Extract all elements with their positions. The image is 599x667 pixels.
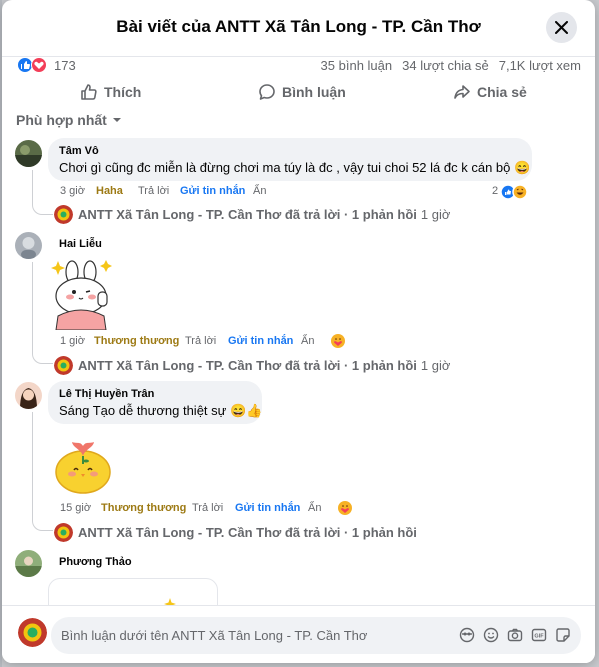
page-reply-link[interactable]: ANTT Xã Tân Long - TP. Cần Thơ đã trả lờ… xyxy=(54,204,450,224)
comment-bubble: Lê Thị Huyền Trân Sáng Tạo dễ thương thi… xyxy=(48,381,262,424)
modal-title: Bài viết của ANTT Xã Tân Long - TP. Cần … xyxy=(116,17,481,36)
send-message-button[interactable]: Gửi tin nhắn xyxy=(235,502,300,514)
sticker-icon[interactable] xyxy=(555,627,571,643)
love-reaction-icon xyxy=(31,57,47,73)
page-reply-link[interactable]: ANTT Xã Tân Long - TP. Cần Thơ đã trả lờ… xyxy=(54,522,417,542)
stats-right: 35 bình luận 34 lượt chia sẻ 7,1K lượt xem xyxy=(311,58,581,73)
page-reply-link[interactable]: ANTT Xã Tân Long - TP. Cần Thơ đã trả lờ… xyxy=(54,355,450,375)
post-modal: Bài viết của ANTT Xã Tân Long - TP. Cần … xyxy=(2,0,595,663)
reply-thread-line xyxy=(32,412,53,531)
view-count: 7,1K lượt xem xyxy=(498,58,581,73)
share-label: Chia sẻ xyxy=(477,84,527,100)
reaction-icons[interactable] xyxy=(17,57,49,73)
react-button[interactable]: Haha xyxy=(96,185,123,197)
comment-label: Bình luận xyxy=(282,84,346,100)
bunny-sticker xyxy=(50,258,116,331)
comment-author[interactable]: Hai Liễu xyxy=(59,238,102,250)
emoji-icon[interactable] xyxy=(483,627,499,643)
share-button[interactable]: Chia sẻ xyxy=(453,76,527,108)
send-message-button[interactable]: Gửi tin nhắn xyxy=(180,185,245,197)
avatar-sticker-icon[interactable] xyxy=(459,627,475,643)
modal-header: Bài viết của ANTT Xã Tân Long - TP. Cần … xyxy=(2,0,595,57)
comment-time[interactable]: 1 giờ xyxy=(60,335,85,347)
comment-input[interactable]: Bình luận dưới tên ANTT Xã Tân Long - TP… xyxy=(51,617,581,654)
comment-author[interactable]: Tâm Vô xyxy=(59,145,521,157)
svg-text:GIF: GIF xyxy=(534,634,544,640)
comment-author[interactable]: Lê Thị Huyền Trân xyxy=(59,388,251,400)
close-icon xyxy=(555,21,568,34)
react-button[interactable]: Thương thương xyxy=(101,502,186,514)
reply-thread-line xyxy=(32,262,53,364)
hide-button[interactable]: Ẩn xyxy=(308,502,321,514)
sort-dropdown[interactable]: Phù hợp nhất xyxy=(16,112,122,128)
comment-actions: 3 giờ Haha Trả lời Gửi tin nhắn Ẩn 2 xyxy=(60,184,530,200)
reaction-count[interactable]: 173 xyxy=(54,58,76,73)
comment-text: Chơi gì cũng đc miễn là đừng chơi ma túy… xyxy=(59,160,531,175)
comment-author[interactable]: Phương Thảo xyxy=(59,556,132,568)
chick-sticker xyxy=(52,434,114,496)
send-message-button[interactable]: Gửi tin nhắn xyxy=(228,335,293,347)
gif-icon[interactable]: GIF xyxy=(531,627,547,643)
comment-count[interactable]: 35 bình luận xyxy=(321,58,393,73)
reaction-total[interactable]: 2 xyxy=(492,185,498,197)
page-reply-text: ANTT Xã Tân Long - TP. Cần Thơ đã trả lờ… xyxy=(78,524,417,540)
post-stats: 173 35 bình luận 34 lượt chia sẻ 7,1K lượt… xyxy=(17,57,581,75)
camera-icon[interactable] xyxy=(507,627,523,643)
comment-text: Sáng Tạo dễ thương thiệt sự 😄👍 xyxy=(59,403,263,418)
page-reply-text: ANTT Xã Tân Long - TP. Cần Thơ đã trả lờ… xyxy=(78,357,417,373)
react-button[interactable]: Thương thương xyxy=(94,335,179,347)
comment-time[interactable]: 3 giờ xyxy=(60,185,85,197)
reply-button[interactable]: Trả lời xyxy=(185,335,216,347)
avatar[interactable] xyxy=(15,550,42,577)
hide-button[interactable]: Ẩn xyxy=(301,335,314,347)
haha-icon xyxy=(512,184,528,200)
page-avatar-icon xyxy=(54,204,73,224)
care-icon xyxy=(330,333,346,349)
share-count[interactable]: 34 lượt chia sẻ xyxy=(402,58,489,73)
page-avatar[interactable] xyxy=(18,618,47,647)
comment-reaction-icons xyxy=(500,184,530,200)
sort-label: Phù hợp nhất xyxy=(16,112,107,128)
composer-icons: GIF xyxy=(459,627,571,643)
comment-composer: Bình luận dưới tên ANTT Xã Tân Long - TP… xyxy=(2,605,595,663)
comment-icon xyxy=(259,84,275,100)
close-button[interactable] xyxy=(546,12,577,43)
page-reply-time: 1 giờ xyxy=(420,206,451,222)
comment-actions: 15 giờ Thương thương Trả lời Gửi tin nhắ… xyxy=(60,500,360,516)
page-reply-text: ANTT Xã Tân Long - TP. Cần Thơ đã trả lờ… xyxy=(78,206,417,222)
page-avatar-icon xyxy=(54,522,73,542)
comment-placeholder: Bình luận dưới tên ANTT Xã Tân Long - TP… xyxy=(61,628,368,643)
like-label: Thích xyxy=(104,84,142,100)
comment-time[interactable]: 15 giờ xyxy=(60,502,91,514)
comment-actions: 1 giờ Thương thương Trả lời Gửi tin nhắn… xyxy=(60,333,360,349)
page-avatar-icon xyxy=(54,355,73,375)
post-actions: Thích Bình luận Chia sẻ xyxy=(2,76,595,108)
avatar[interactable] xyxy=(15,382,42,409)
reply-button[interactable]: Trả lời xyxy=(192,502,223,514)
page-reply-time: 1 giờ xyxy=(420,357,451,373)
avatar[interactable] xyxy=(15,232,42,259)
comment-bubble: Tâm Vô Chơi gì cũng đc miễn là đừng chơi… xyxy=(48,138,532,181)
share-icon xyxy=(454,85,470,99)
comment-button[interactable]: Bình luận xyxy=(258,76,346,108)
like-button[interactable]: Thích xyxy=(80,76,141,108)
care-icon xyxy=(337,500,353,516)
hide-button[interactable]: Ẩn xyxy=(253,185,266,197)
avatar[interactable] xyxy=(15,140,42,167)
reply-thread-line xyxy=(32,170,53,215)
like-icon xyxy=(81,84,97,100)
chevron-down-icon xyxy=(112,118,121,122)
reply-button[interactable]: Trả lời xyxy=(138,185,169,197)
